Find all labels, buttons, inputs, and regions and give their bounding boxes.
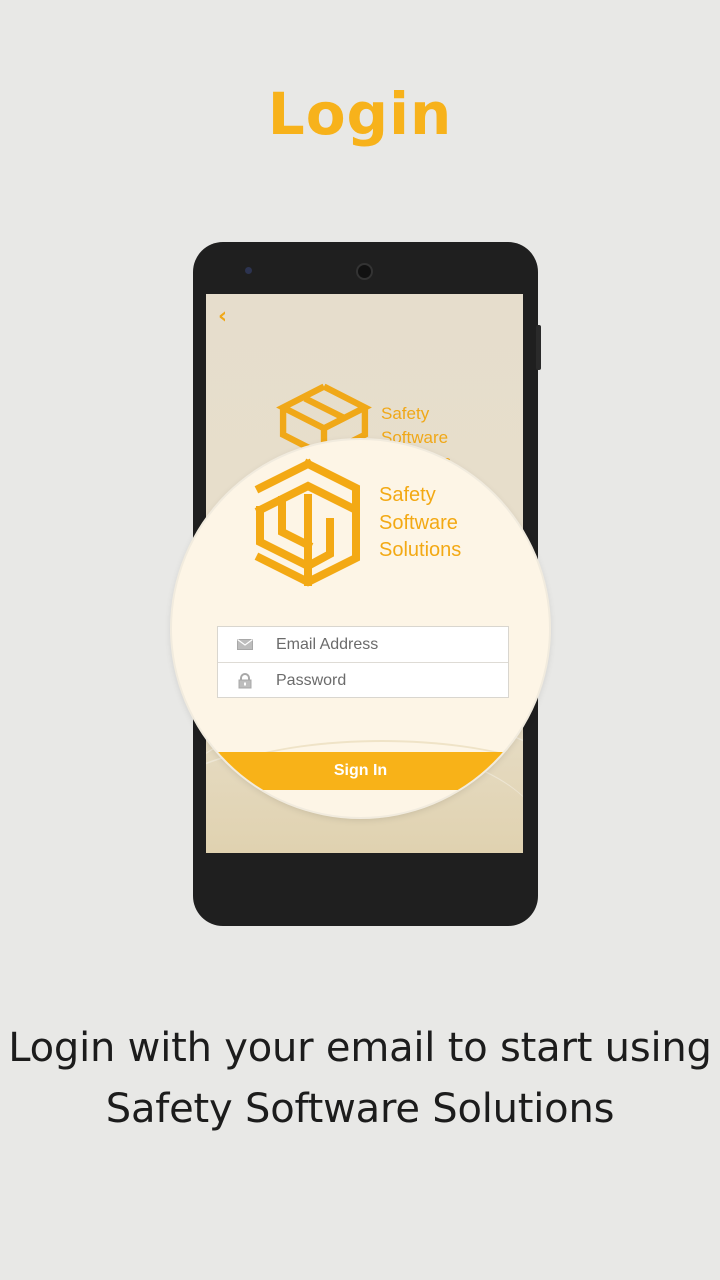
password-field[interactable]	[276, 671, 496, 690]
phone-side-button	[536, 325, 541, 370]
email-field[interactable]	[276, 635, 496, 654]
chevron-left-icon[interactable]: ‹	[218, 304, 227, 329]
description-text: Login with your email to start using Saf…	[0, 1018, 720, 1140]
sensor-icon	[245, 267, 252, 274]
password-row	[218, 663, 508, 698]
caption-line: Login with your email to start using	[8, 1025, 712, 1071]
app-logo-icon	[252, 458, 364, 595]
logo-text-line: Software	[379, 511, 458, 534]
sign-in-button[interactable]: Sign In	[172, 752, 549, 790]
magnified-view: Safety Software Solutions Email Address …	[172, 440, 549, 817]
page-title: Login	[267, 80, 453, 148]
logo-text-line: Safety	[381, 404, 430, 423]
logo-text-line: Solutions	[379, 539, 462, 561]
email-row	[218, 627, 508, 663]
logo-text: Safety Software Solutions	[379, 482, 461, 565]
camera-icon	[356, 263, 373, 280]
caption-line: Safety Software Solutions	[105, 1086, 615, 1132]
logo-text-line: Safety	[379, 484, 436, 506]
login-form	[217, 626, 509, 698]
envelope-icon	[236, 638, 254, 652]
lock-icon	[236, 672, 254, 688]
